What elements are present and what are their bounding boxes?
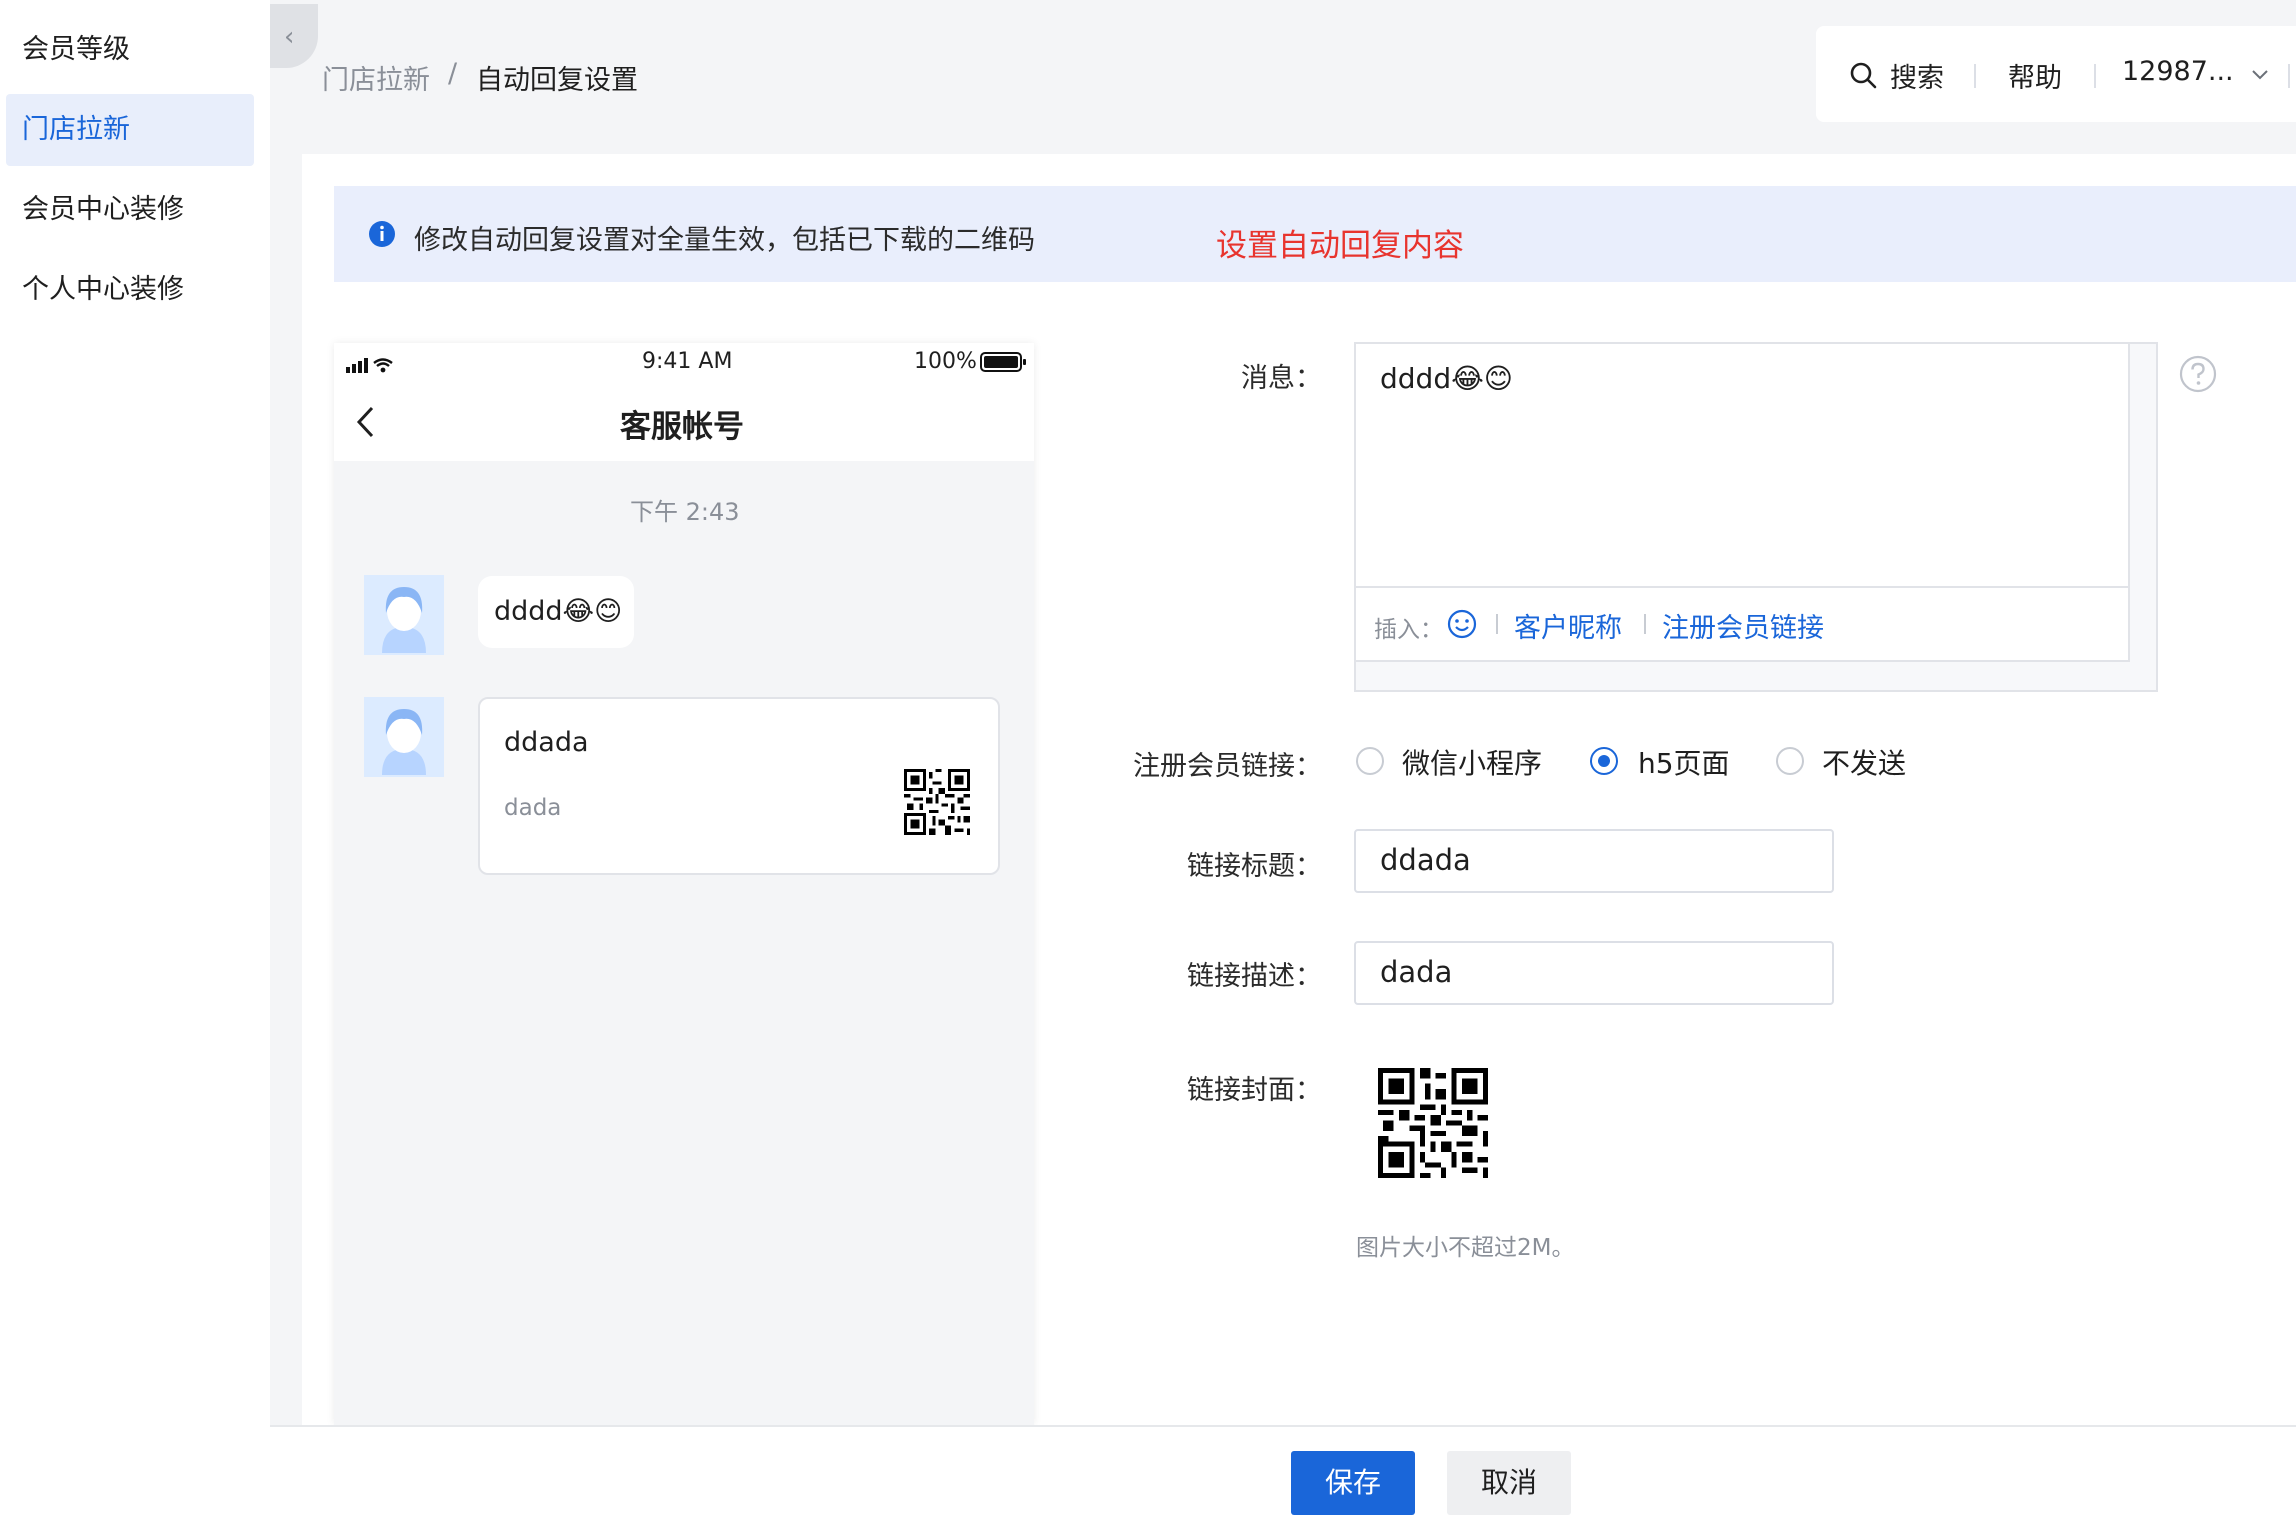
account-menu[interactable]: 12987... [2122, 56, 2234, 87]
help-button[interactable]: 帮助 [2008, 56, 2062, 95]
notice-banner: 修改自动回复设置对全量生效，包括已下载的二维码 设置自动回复内容 [334, 186, 2296, 282]
insert-nickname-link[interactable]: 客户昵称 [1514, 606, 1622, 645]
breadcrumb-separator: / [448, 58, 458, 89]
cover-size-hint: 图片大小不超过2M。 [1356, 1235, 1575, 1261]
chevron-left-icon: ‹ [284, 22, 295, 52]
notice-text: 修改自动回复设置对全量生效，包括已下载的二维码 [414, 225, 1035, 256]
annotation-text: 设置自动回复内容 [1216, 228, 1464, 264]
link-card: ddada dada [478, 697, 1000, 875]
sidebar-item-member-center-decor[interactable]: 会员中心装修 [6, 174, 254, 246]
page-title: 自动回复设置 [476, 65, 638, 96]
message-editor: dddd😂😊 插入： 客户昵称 注册会员链接 [1354, 342, 2158, 692]
link-card-desc: dada [504, 795, 562, 821]
sidebar-item-store-acquisition[interactable]: 门店拉新 [6, 94, 254, 166]
insert-label: 插入： [1374, 617, 1443, 643]
sidebar-item-personal-center-decor[interactable]: 个人中心装修 [6, 254, 254, 326]
cancel-button[interactable]: 取消 [1447, 1451, 1571, 1515]
avatar [364, 697, 444, 777]
insert-toolbar: 插入： 客户昵称 注册会员链接 [1356, 588, 2130, 662]
divider [1974, 64, 1976, 88]
link-desc-value: dada [1380, 955, 1453, 989]
divider [1496, 614, 1498, 634]
save-button[interactable]: 保存 [1291, 1451, 1415, 1515]
search-icon [1850, 62, 1877, 89]
search-button[interactable]: 搜索 [1890, 56, 1944, 95]
divider [2288, 64, 2290, 88]
sidebar-item-label: 个人中心装修 [22, 274, 184, 305]
radio-h5-page-label[interactable]: h5页面 [1638, 742, 1730, 782]
message-label: 消息： [1241, 363, 1322, 394]
divider [1644, 614, 1646, 634]
back-arrow-icon[interactable] [354, 405, 378, 439]
chat-message-text: dddd😂😊 [494, 596, 623, 627]
message-textarea-value: dddd😂😊 [1380, 362, 1513, 395]
phone-time: 9:41 AM [642, 349, 733, 374]
qr-code-icon [904, 769, 970, 835]
chat-timestamp: 下午 2:43 [630, 498, 740, 526]
phone-header: 9:41 AM 100% 客服帐号 [334, 343, 1034, 461]
chat-message-bubble: dddd😂😊 [478, 576, 634, 648]
sidebar-item-label: 会员等级 [22, 34, 130, 65]
insert-member-link[interactable]: 注册会员链接 [1662, 606, 1824, 645]
battery-icon [980, 352, 1026, 372]
link-title-value: ddada [1380, 843, 1471, 877]
phone-battery-text: 100% [914, 349, 977, 374]
avatar [364, 575, 444, 655]
link-cover-label: 链接封面： [1187, 1075, 1322, 1106]
link-desc-input[interactable]: dada [1354, 941, 1834, 1005]
message-textarea[interactable]: dddd😂😊 [1356, 344, 2130, 588]
radio-mini-program[interactable] [1356, 747, 1384, 775]
footer-bar [270, 1425, 2296, 1538]
breadcrumb-parent[interactable]: 门店拉新 [322, 58, 430, 97]
radio-no-send[interactable] [1776, 747, 1804, 775]
phone-title: 客服帐号 [620, 409, 744, 445]
info-icon [369, 221, 395, 247]
link-desc-label: 链接描述： [1187, 961, 1322, 992]
link-card-title: ddada [504, 727, 589, 758]
sidebar-item-member-level[interactable]: 会员等级 [6, 14, 254, 86]
register-link-label: 注册会员链接： [1133, 751, 1322, 782]
radio-mini-program-label[interactable]: 微信小程序 [1402, 742, 1542, 782]
cover-qr-image[interactable] [1378, 1068, 1488, 1178]
link-title-label: 链接标题： [1187, 851, 1322, 882]
signal-wifi-icon [346, 358, 393, 373]
link-title-input[interactable]: ddada [1354, 829, 1834, 893]
top-bar: 搜索 帮助 12987... [1816, 26, 2296, 122]
sidebar-item-label: 会员中心装修 [22, 194, 184, 225]
radio-h5-page[interactable] [1590, 747, 1618, 775]
emoji-icon[interactable] [1446, 608, 1478, 640]
sidebar: 会员等级 门店拉新 会员中心装修 个人中心装修 [0, 0, 270, 1536]
chevron-down-icon[interactable] [2250, 68, 2270, 82]
help-circle-icon[interactable] [2178, 354, 2218, 394]
radio-no-send-label[interactable]: 不发送 [1822, 742, 1906, 782]
sidebar-item-label: 门店拉新 [22, 114, 130, 145]
divider [2094, 64, 2096, 88]
